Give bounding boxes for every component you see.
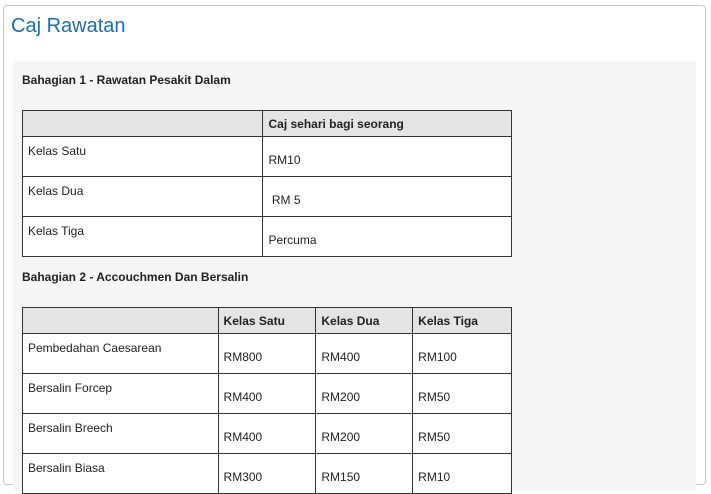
section-1-title: Bahagian 1 - Rawatan Pesakit Dalam — [22, 73, 231, 87]
table-row: Kelas Dua RM 5 — [21, 176, 512, 217]
table-row: Pembedahan Caesarean RM800 RM400 RM100 — [22, 333, 512, 374]
table-row: Bersalin Biasa RM300 RM150 RM10 — [22, 453, 512, 494]
row-label: Kelas Satu — [21, 136, 264, 177]
table-header-row: Caj sehari bagi seorang — [21, 110, 512, 137]
charge-value: RM400 — [217, 413, 317, 454]
charge-value: RM50 — [412, 373, 512, 414]
table-row: Kelas Satu RM10 — [21, 136, 512, 177]
row-label: Pembedahan Caesarean — [22, 333, 219, 374]
charge-value: RM100 — [412, 333, 512, 374]
table-accouchmen-bersalin: Kelas Satu Kelas Dua Kelas Tiga Pembedah… — [22, 307, 512, 494]
table-row: Bersalin Breech RM400 RM200 RM50 — [22, 413, 512, 454]
charge-value: RM200 — [315, 373, 414, 414]
column-header-empty — [22, 307, 219, 334]
charge-value: RM300 — [217, 453, 317, 494]
section-2-title: Bahagian 2 - Accouchmen Dan Bersalin — [22, 270, 249, 284]
content-panel: Bahagian 1 - Rawatan Pesakit Dalam Caj s… — [13, 61, 696, 494]
page-title: Caj Rawatan — [11, 15, 126, 37]
charge-value: RM400 — [315, 333, 414, 374]
table-row: Bersalin Forcep RM400 RM200 RM50 — [22, 373, 512, 414]
charge-value: RM800 — [217, 333, 317, 374]
row-label: Kelas Dua — [21, 176, 264, 217]
column-header-kelas-satu: Kelas Satu — [217, 307, 317, 334]
content-frame: Caj Rawatan Bahagian 1 - Rawatan Pesakit… — [3, 5, 706, 494]
charge-value: RM400 — [217, 373, 317, 414]
charge-value: RM200 — [315, 413, 414, 454]
row-label: Bersalin Biasa — [22, 453, 219, 494]
charge-value: RM50 — [412, 413, 512, 454]
table-rawatan-pesakit-dalam: Caj sehari bagi seorang Kelas Satu RM10 … — [21, 110, 512, 257]
charge-value: RM 5 — [262, 176, 512, 217]
row-label: Bersalin Breech — [22, 413, 219, 454]
column-header-kelas-dua: Kelas Dua — [315, 307, 414, 334]
table-header-row: Kelas Satu Kelas Dua Kelas Tiga — [22, 307, 512, 334]
charge-value: Percuma — [262, 216, 512, 257]
table-row: Kelas Tiga Percuma — [21, 216, 512, 257]
charge-value: RM10 — [262, 136, 512, 177]
row-label: Bersalin Forcep — [22, 373, 219, 414]
column-header-kelas-tiga: Kelas Tiga — [412, 307, 512, 334]
charge-value: RM10 — [412, 453, 512, 494]
column-header-empty — [21, 110, 264, 137]
column-header-caj-sehari: Caj sehari bagi seorang — [262, 110, 512, 137]
row-label: Kelas Tiga — [21, 216, 264, 257]
charge-value: RM150 — [315, 453, 414, 494]
